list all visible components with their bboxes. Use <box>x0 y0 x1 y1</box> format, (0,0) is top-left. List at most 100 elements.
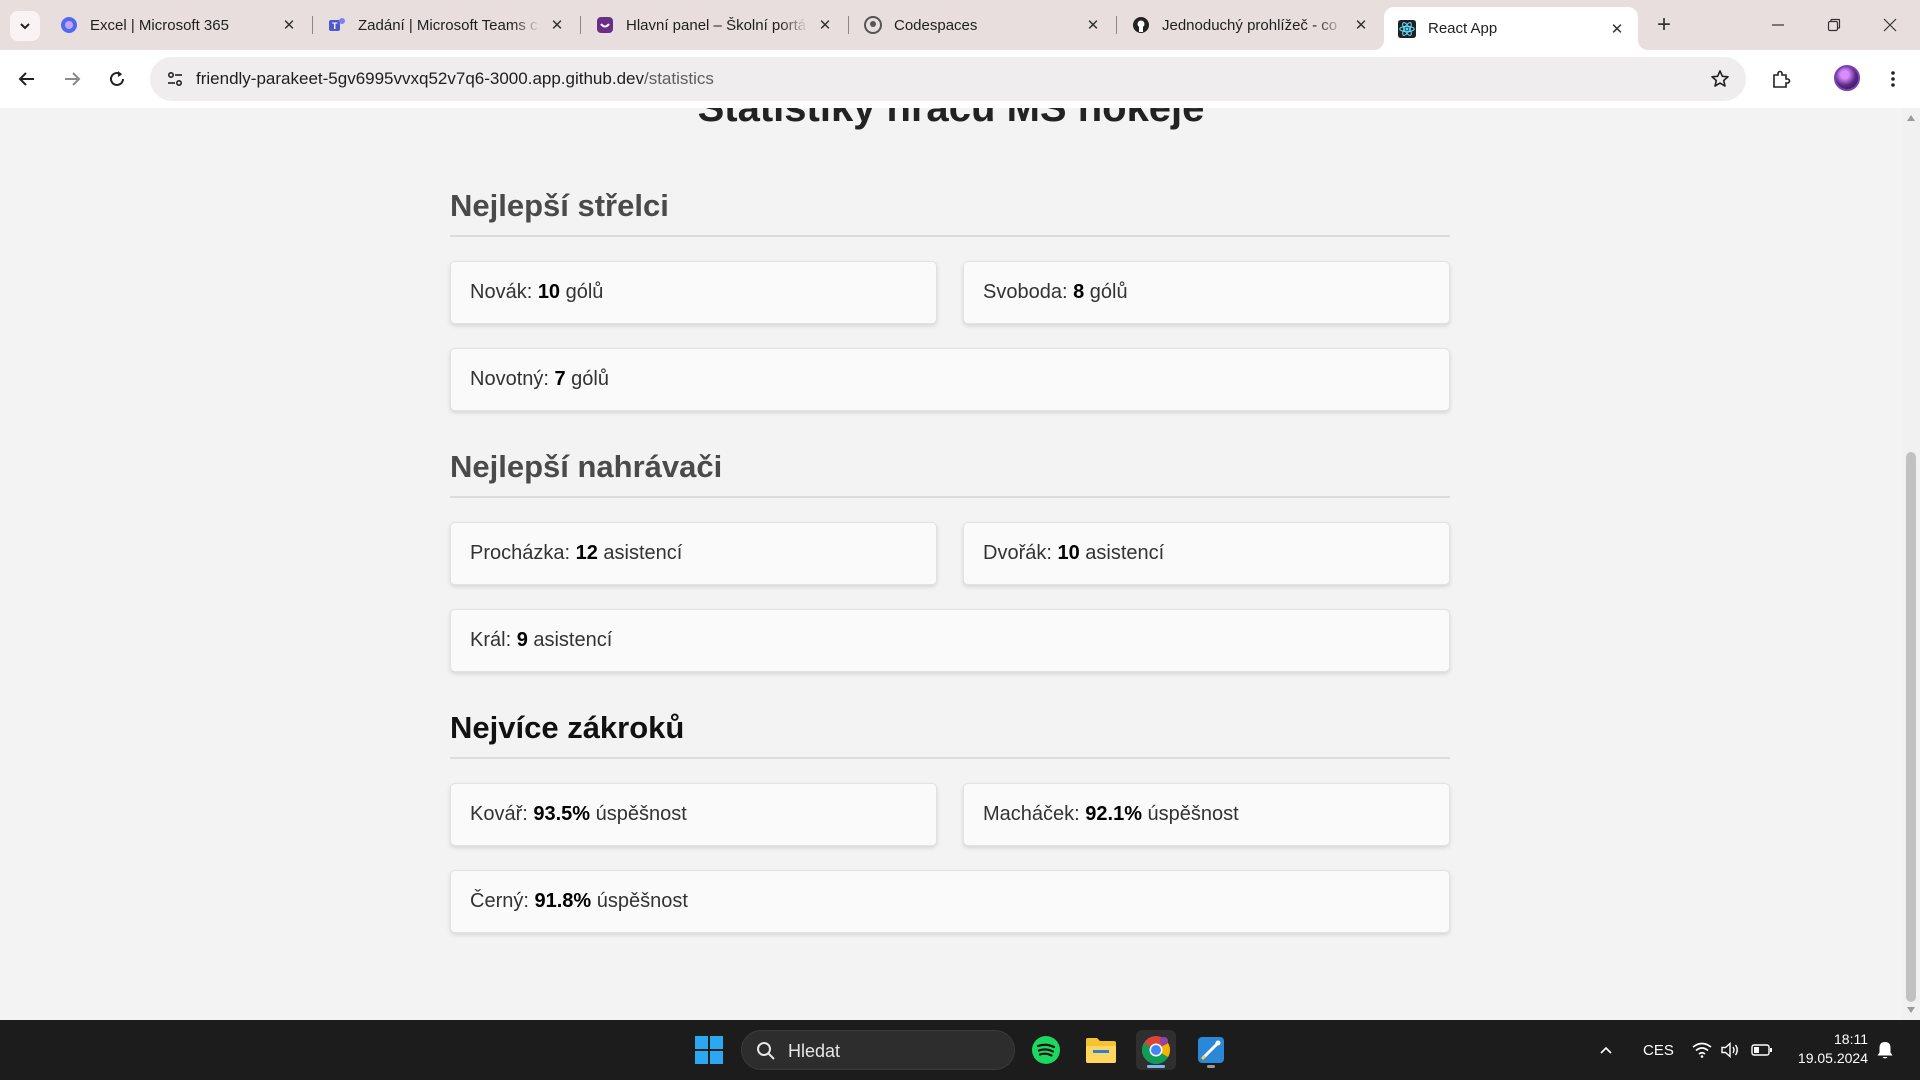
player-card: Macháček: 92.1% úspěšnost <box>963 783 1450 846</box>
taskbar-search[interactable]: Hledat <box>741 1030 1015 1070</box>
input-language-indicator[interactable]: CES <box>1643 1020 1674 1080</box>
restore-icon <box>1827 18 1841 32</box>
paint-taskbar-button[interactable] <box>1191 1030 1231 1070</box>
section-heading: Nejvíce zákroků <box>450 710 685 745</box>
section-heading: Nejlepší střelci <box>450 188 669 223</box>
player-name: Král: <box>470 629 517 651</box>
wifi-icon[interactable] <box>1692 1020 1712 1080</box>
tab-school-portal[interactable]: Hlavní panel – Školní portá ✕ <box>582 8 846 42</box>
forward-button[interactable] <box>55 62 89 96</box>
site-settings-icon[interactable] <box>160 64 190 94</box>
address-bar[interactable]: friendly-parakeet-5gv6995vvxq52v7q6-3000… <box>150 57 1746 101</box>
player-unit: asistencí <box>527 629 613 651</box>
close-window-button[interactable] <box>1862 0 1918 50</box>
clock-time: 18:11 <box>1834 1031 1868 1047</box>
system-clock[interactable]: 18:11 19.05.2024 <box>1792 1030 1868 1068</box>
scroll-down-arrow[interactable] <box>1907 1007 1915 1013</box>
chevron-up-icon <box>1600 1046 1612 1054</box>
profile-avatar[interactable] <box>1834 65 1860 91</box>
puzzle-icon <box>1773 70 1791 88</box>
player-name: Macháček: <box>983 803 1086 825</box>
new-tab-button[interactable]: + <box>1650 11 1678 39</box>
url-path: /statistics <box>643 69 714 88</box>
scrollbar-thumb[interactable] <box>1906 452 1916 1002</box>
more-vertical-icon <box>1891 71 1895 87</box>
file-explorer-taskbar-button[interactable] <box>1081 1030 1121 1070</box>
player-unit: gólů <box>1084 281 1128 303</box>
section-top-assisters: Nejlepší nahrávači <box>450 447 1450 498</box>
microsoft-365-icon <box>60 16 78 34</box>
player-name: Dvořák: <box>983 542 1058 564</box>
player-card: Král: 9 asistencí <box>450 609 1450 672</box>
close-tab-icon[interactable]: ✕ <box>1082 14 1104 36</box>
player-unit: asistencí <box>597 542 683 564</box>
page-title: Statistiky hráčů MS hokeje <box>697 108 1205 130</box>
player-card: Novotný: 7 gólů <box>450 348 1450 411</box>
close-tab-icon[interactable]: ✕ <box>1606 18 1628 40</box>
arrow-right-icon <box>65 72 81 86</box>
bookmark-star-icon[interactable] <box>1706 65 1734 93</box>
browser-menu-button[interactable] <box>1876 62 1910 96</box>
minimize-button[interactable] <box>1750 0 1806 50</box>
start-button[interactable] <box>689 1030 729 1070</box>
close-tab-icon[interactable]: ✕ <box>278 14 300 36</box>
tab-title: Excel | Microsoft 365 <box>90 16 229 34</box>
player-unit: úspěšnost <box>590 803 687 825</box>
close-tab-icon[interactable]: ✕ <box>814 14 836 36</box>
scroll-up-arrow[interactable] <box>1907 115 1915 121</box>
notifications-bell-icon[interactable] <box>1876 1020 1894 1080</box>
tab-title: Jednoduchý prohlížeč - co <box>1162 16 1338 34</box>
player-card: Novák: 10 gólů <box>450 261 937 324</box>
player-unit: gólů <box>565 368 609 390</box>
player-unit: asistencí <box>1079 542 1165 564</box>
section-most-saves: Nejvíce zákroků <box>450 708 1450 759</box>
minimize-icon <box>1772 24 1784 26</box>
back-button[interactable] <box>10 62 44 96</box>
chrome-taskbar-button[interactable] <box>1136 1030 1176 1070</box>
arrow-left-icon <box>18 72 34 86</box>
react-icon <box>1398 19 1416 38</box>
teams-icon: T <box>328 16 346 34</box>
player-value: 10 <box>1057 542 1080 564</box>
tab-teams[interactable]: T Zadání | Microsoft Teams c ✕ <box>314 8 578 42</box>
tab-excel[interactable]: Excel | Microsoft 365 ✕ <box>46 8 310 42</box>
tray-overflow-button[interactable] <box>1598 1020 1614 1080</box>
tab-strip: Excel | Microsoft 365 ✕ T Zadání | Micro… <box>0 0 1920 50</box>
tab-title: React App <box>1428 20 1498 37</box>
player-name: Kovář: <box>470 803 534 825</box>
search-placeholder: Hledat <box>788 1041 841 1061</box>
player-value: 9 <box>516 629 528 651</box>
tab-react-app[interactable]: React App ✕ <box>1384 7 1638 50</box>
tab-search-button[interactable] <box>10 11 40 41</box>
close-icon <box>1883 18 1897 32</box>
close-tab-icon[interactable]: ✕ <box>1350 14 1372 36</box>
spotify-taskbar-button[interactable] <box>1026 1030 1066 1070</box>
tab-separator <box>312 16 313 34</box>
section-divider <box>450 235 1450 237</box>
reload-button[interactable] <box>100 62 134 96</box>
volume-icon[interactable] <box>1721 1020 1739 1080</box>
url-text[interactable]: friendly-parakeet-5gv6995vvxq52v7q6-3000… <box>196 69 714 89</box>
tab-simple-browser[interactable]: Jednoduchý prohlížeč - co ✕ <box>1118 8 1382 42</box>
active-app-indicator <box>1147 1065 1165 1068</box>
folder-icon <box>1086 1038 1116 1063</box>
player-value: 7 <box>554 368 566 390</box>
chrome-icon <box>1142 1036 1170 1064</box>
player-unit: úspěšnost <box>1141 803 1239 825</box>
spotify-icon <box>1032 1036 1060 1064</box>
player-card: Černý: 91.8% úspěšnost <box>450 870 1450 933</box>
player-unit: úspěšnost <box>591 890 688 912</box>
tab-codespaces[interactable]: Codespaces ✕ <box>850 8 1114 42</box>
page-scrollbar[interactable] <box>1902 108 1920 1020</box>
battery-icon[interactable] <box>1751 1020 1773 1080</box>
extensions-button[interactable] <box>1764 62 1798 96</box>
restore-button[interactable] <box>1806 0 1862 50</box>
close-tab-icon[interactable]: ✕ <box>546 14 568 36</box>
player-unit: gólů <box>560 281 604 303</box>
paint-app-icon <box>1198 1037 1224 1063</box>
section-heading: Nejlepší nahrávači <box>450 449 723 484</box>
tab-separator <box>580 16 581 34</box>
player-name: Novák: <box>470 281 538 303</box>
player-name: Novotný: <box>470 368 555 390</box>
browser-toolbar: friendly-parakeet-5gv6995vvxq52v7q6-3000… <box>0 50 1920 108</box>
